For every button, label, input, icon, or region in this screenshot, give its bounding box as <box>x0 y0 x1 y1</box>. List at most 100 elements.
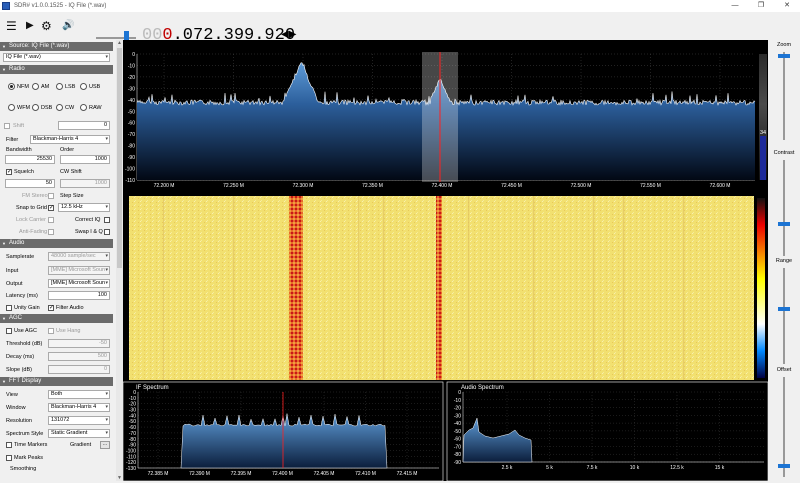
time-markers-checkbox[interactable] <box>6 442 12 448</box>
app-icon <box>2 2 10 10</box>
use-hang-checkbox[interactable] <box>48 328 54 334</box>
swap-iq-label: Swap I & Q <box>75 229 103 235</box>
y-tick-label: -110 <box>125 178 135 184</box>
order-input[interactable]: 1000 <box>60 155 110 164</box>
panel-scrollbar[interactable]: ▲ ▼ <box>116 40 123 481</box>
waterfall-streak <box>233 196 235 380</box>
samplerate-select[interactable]: 48000 sample/sec <box>48 252 110 261</box>
mode-am-radio[interactable] <box>32 83 39 90</box>
contrast-slider-track[interactable] <box>783 160 785 256</box>
step-size-select[interactable]: 12.5 kHz <box>58 203 110 212</box>
y-tick-label: -90 <box>128 155 135 161</box>
window-select[interactable]: Blackman-Harris 4 <box>48 403 110 412</box>
input-label: Input <box>6 268 19 274</box>
mode-label: USB <box>89 84 101 90</box>
x-tick-label: 72.400 M <box>432 183 453 189</box>
snap-checkbox[interactable] <box>48 204 54 211</box>
anti-fading-checkbox[interactable] <box>48 229 54 235</box>
mode-nfm-radio[interactable] <box>8 83 15 90</box>
cw-shift-label: CW Shift <box>60 169 82 175</box>
mark-peaks-checkbox[interactable] <box>6 455 12 461</box>
threshold-input[interactable]: -50 <box>48 339 110 348</box>
use-agc-checkbox[interactable] <box>6 328 12 334</box>
waterfall-streak <box>533 196 535 380</box>
mode-label: LSB <box>65 84 76 90</box>
anti-fading-label: Anti-Fading <box>19 229 48 235</box>
scroll-down-icon[interactable]: ▼ <box>116 475 123 481</box>
scroll-up-icon[interactable]: ▲ <box>116 40 123 46</box>
slope-label: Slope (dB) <box>6 367 32 373</box>
mode-label: RAW <box>89 105 102 111</box>
freq-step-arrows[interactable]: ◀▶ <box>281 29 296 40</box>
audio-spectrum-y-axis: 0 -10 -20-30 -40 -50 -60-70 -80 -90 <box>454 390 461 466</box>
mode-lsb-radio[interactable] <box>56 83 63 90</box>
zoom-slider-thumb[interactable] <box>778 54 790 58</box>
range-slider-thumb[interactable] <box>778 307 790 311</box>
x-tick-label: 5 k <box>546 465 553 471</box>
latency-label: Latency (ms) <box>6 293 38 299</box>
y-tick-label: -30 <box>128 86 135 92</box>
menu-icon[interactable]: ☰ <box>6 19 17 33</box>
waterfall-color-scale <box>757 198 765 378</box>
range-slider-track[interactable] <box>783 268 785 364</box>
offset-slider-track[interactable] <box>783 377 785 477</box>
x-tick-label: 72.390 M <box>189 471 210 477</box>
section-source[interactable]: Source: IQ File (*.wav) <box>0 42 113 51</box>
filter-audio-checkbox[interactable] <box>48 304 54 311</box>
x-tick-label: 10 k <box>630 465 640 471</box>
spectrum-side-value: 34 <box>760 130 766 136</box>
close-button[interactable]: ✕ <box>774 0 800 12</box>
zoom-slider-track[interactable] <box>783 52 785 140</box>
step-size-label: Step Size <box>60 193 84 199</box>
x-tick-label: 72.250 M <box>223 183 244 189</box>
slope-input[interactable]: 0 <box>48 365 110 374</box>
bandwidth-input[interactable]: 25530 <box>5 155 55 164</box>
unity-gain-checkbox[interactable] <box>6 305 12 311</box>
mode-dsb-radio[interactable] <box>32 104 39 111</box>
mode-wfm-radio[interactable] <box>8 104 15 111</box>
shift-input[interactable]: 0 <box>58 121 110 130</box>
spectrum-style-select[interactable]: Static Gradient <box>48 429 110 438</box>
contrast-slider-thumb[interactable] <box>778 222 790 226</box>
mode-label: WFM <box>17 105 31 111</box>
fm-stereo-checkbox[interactable] <box>48 193 54 199</box>
filter-select[interactable]: Blackman-Harris 4 <box>30 135 110 144</box>
spectrum-style-label: Spectrum Style <box>6 431 44 437</box>
scroll-thumb[interactable] <box>117 48 122 268</box>
maximize-button[interactable]: ❐ <box>748 0 774 12</box>
mode-usb-radio[interactable] <box>80 83 87 90</box>
resolution-select[interactable]: 131072 <box>48 416 110 425</box>
mode-cw-radio[interactable] <box>56 104 63 111</box>
display-area[interactable]: 0 -10 -20 -30 -40 -50 -60 -70 -80 -90 -100 -110 72.… <box>122 40 769 482</box>
decay-input[interactable]: 500 <box>48 352 110 361</box>
zoom-label: Zoom <box>776 42 792 48</box>
control-panel: Source: IQ File (*.wav) IQ File (*.wav) … <box>0 40 116 481</box>
input-select[interactable]: [MME] Microsoft Soun <box>48 266 110 275</box>
latency-input[interactable]: 100 <box>48 291 110 300</box>
lock-carrier-checkbox[interactable] <box>48 217 54 223</box>
minimize-button[interactable]: — <box>722 0 748 12</box>
time-markers-label: Time Markers <box>14 442 48 448</box>
correct-iq-checkbox[interactable] <box>104 217 110 223</box>
output-select[interactable]: [MME] Microsoft Soun <box>48 279 110 288</box>
squelch-input[interactable]: 50 <box>5 179 55 188</box>
section-agc[interactable]: AGC <box>0 314 113 323</box>
source-select[interactable]: IQ File (*.wav) <box>3 53 110 62</box>
offset-slider-thumb[interactable] <box>778 464 790 468</box>
section-fft-display[interactable]: FFT Display <box>0 377 113 386</box>
squelch-checkbox[interactable] <box>6 168 12 175</box>
play-icon[interactable]: ▶ <box>26 19 34 33</box>
cw-shift-input[interactable]: 1000 <box>60 179 110 188</box>
section-audio[interactable]: Audio <box>0 239 113 248</box>
waterfall-signal-1 <box>289 196 303 380</box>
gear-icon[interactable]: ⚙ <box>41 19 52 33</box>
display-controls: Zoom Contrast Range Offset <box>768 40 800 481</box>
mode-raw-radio[interactable] <box>80 104 87 111</box>
smoothing-label: Smoothing <box>10 466 37 472</box>
snap-label: Snap to Grid <box>16 205 47 211</box>
section-radio[interactable]: Radio <box>0 65 113 74</box>
swap-iq-checkbox[interactable] <box>104 229 110 235</box>
gradient-button[interactable]: ... <box>100 441 110 449</box>
shift-checkbox[interactable] <box>4 123 10 129</box>
view-select[interactable]: Both <box>48 390 110 399</box>
